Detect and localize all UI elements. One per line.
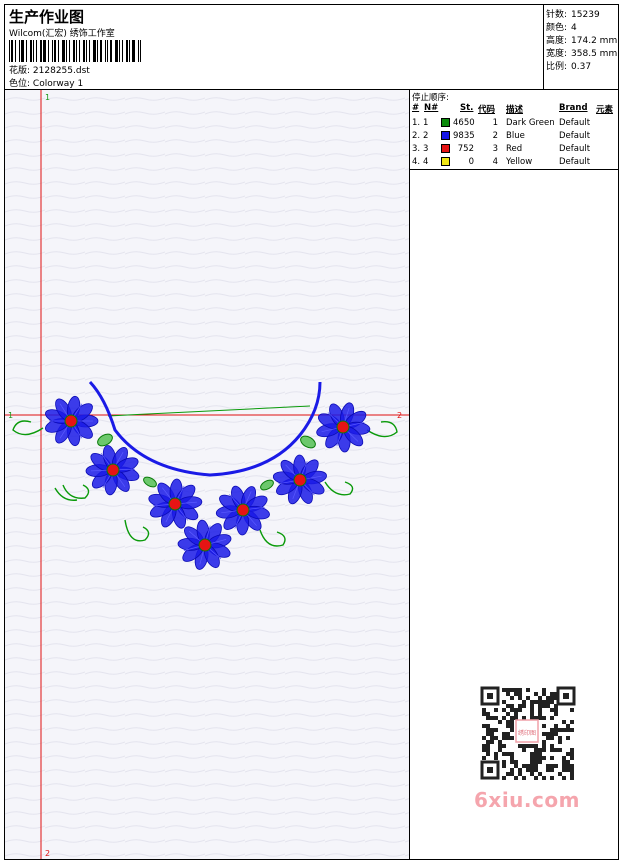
color-swatch [441,144,450,153]
embroidery-design: 1 2 1 2 [5,90,409,859]
stat-stitches: 针数: 15239 [546,10,600,20]
design-canvas: 1 2 1 2 [5,90,410,859]
qr-code: 绣印图 [470,682,586,782]
col-header-code: 代码 [478,105,496,115]
studio-name: Wilcom(汇宏) 绣饰工作室 [9,29,115,39]
axis-label-h-right: 2 [397,411,402,420]
file-value: 2128255.dst [32,66,90,76]
col-header-desc: 描述 [506,105,524,115]
colorway-value: Colorway 1 [32,79,84,89]
file-name-line: 花版: 2128255.dst [9,63,90,76]
table-row: 3. 3 752 3 Red Default [412,144,591,154]
col-header-n: N# [424,103,439,113]
stat-colors: 颜色: 4 [546,23,577,33]
table-row: 4. 4 0 4 Yellow Default [412,157,591,167]
color-swatch [441,157,450,166]
table-row: 2. 2 9835 2 Blue Default [412,131,591,141]
file-label: 花版: [9,66,31,76]
stat-width: 宽度: 358.5 mm [546,49,618,59]
table-row: 1. 1 4650 1 Dark Green Default [412,118,591,128]
watermark: 6xiu.com [474,788,580,812]
stop-sequence-table: 停止顺序: # N# St. 代码 描述 Brand 元素 1. 1 4650 … [410,90,618,170]
color-swatch [441,118,450,127]
qr-badge: 绣印图 [518,729,536,737]
stats-panel: 针数: 15239 颜色: 4 高度: 174.2 mm 宽度: 358.5 mm 比例… [543,5,619,89]
col-header-element: 元素 [596,105,614,115]
colorway-label: 色位: [9,79,31,89]
col-header-num: # [412,103,420,113]
page-title: 生产作业图 [9,8,85,26]
stat-scale: 比例: 0.37 [546,62,592,72]
color-swatch [441,131,450,140]
axis-label-v-bottom: 2 [45,849,50,858]
col-header-brand: Brand [559,103,588,113]
axis-label-h-left: 1 [8,411,13,420]
barcode [9,40,141,62]
stat-height: 高度: 174.2 mm [546,36,618,46]
axis-label-v-top: 1 [45,93,50,102]
colorway-line: 色位: Colorway 1 [9,76,83,89]
stop-sequence-title: 停止顺序: [412,93,449,103]
col-header-stitches: St. [460,103,474,113]
sheet-header: 生产作业图 Wilcom(汇宏) 绣饰工作室 花版: 2128255.dst 色… [5,5,618,90]
